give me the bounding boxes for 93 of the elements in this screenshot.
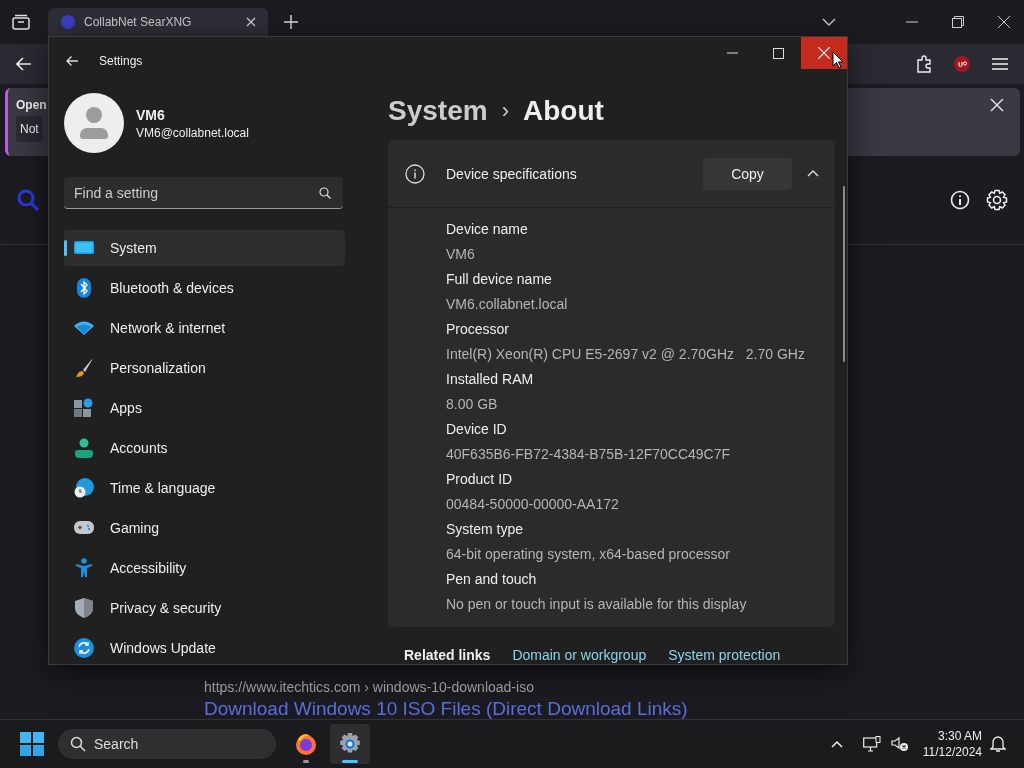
- breadcrumb-parent[interactable]: System: [388, 94, 488, 127]
- fox-globe-icon: [294, 732, 318, 756]
- selection-indicator: [64, 240, 67, 256]
- new-tab-icon[interactable]: [284, 15, 298, 29]
- nav-item[interactable]: Accessibility: [64, 550, 345, 586]
- nav-item[interactable]: Network & internet: [64, 310, 345, 346]
- clock-date[interactable]: 11/12/2024: [922, 745, 982, 759]
- minimize-icon: [726, 52, 738, 54]
- spec-value: No pen or touch input is available for this display: [446, 595, 747, 615]
- breadcrumb-separator: ›: [501, 97, 509, 124]
- avatar-icon: [64, 93, 124, 153]
- result-title-link[interactable]: Download Windows 10 ISO Files (Direct Download Links): [204, 699, 1024, 719]
- maximize-icon: [772, 47, 784, 59]
- search-icon: [70, 736, 86, 752]
- user-name: VM6: [136, 106, 166, 123]
- globe-clock-icon: [74, 478, 94, 498]
- nav-item[interactable]: Gaming: [64, 510, 345, 546]
- nav-item[interactable]: Privacy & security: [64, 590, 345, 626]
- apps-icon: [74, 398, 94, 418]
- bluetooth-icon: [74, 278, 94, 298]
- spec-value: VM6.collabnet.local: [446, 295, 568, 315]
- close-icon: [818, 47, 830, 59]
- spec-value: Intel(R) Xeon(R) CPU E5-2697 v2 @ 2.70GHz 2.70 GHz: [446, 345, 805, 365]
- chevron-up-icon[interactable]: [807, 170, 819, 178]
- clock-time[interactable]: 3:30 AM: [937, 729, 982, 743]
- spec-label: Pen and touch: [446, 570, 537, 590]
- nav-item[interactable]: Personalization: [64, 350, 345, 386]
- nav-item[interactable]: System: [64, 230, 345, 266]
- spec-label: Full device name: [446, 270, 552, 290]
- monitor-icon: [74, 240, 94, 256]
- nav-item[interactable]: Accounts: [64, 430, 345, 466]
- related-link[interactable]: Domain or workgroup: [512, 646, 647, 663]
- copy-button[interactable]: Copy: [703, 157, 792, 190]
- notification-button[interactable]: Not: [16, 116, 43, 142]
- info-icon[interactable]: [950, 190, 970, 210]
- close-icon[interactable]: [990, 98, 1004, 112]
- nav-item[interactable]: Apps: [64, 390, 345, 426]
- spec-label: Device ID: [446, 420, 507, 440]
- muted-speaker-icon[interactable]: [890, 736, 909, 752]
- settings-icon[interactable]: [986, 189, 1008, 211]
- paintbrush-icon: [74, 358, 94, 378]
- user-email: VM6@collabnet.local: [136, 125, 249, 140]
- puzzle-icon[interactable]: [916, 55, 932, 73]
- taskbar-search-field[interactable]: Search: [58, 729, 276, 759]
- spec-value: 64-bit operating system, x64-based processor: [446, 545, 731, 565]
- accessibility-icon: [74, 558, 94, 578]
- tab-list-icon[interactable]: [12, 14, 30, 30]
- menu-icon[interactable]: [992, 58, 1008, 70]
- settings-search-field[interactable]: Find a setting: [64, 177, 343, 209]
- spec-label: Processor: [446, 320, 510, 340]
- spec-value: 8.00 GB: [446, 395, 498, 415]
- spec-label: Product ID: [446, 470, 513, 490]
- page-title: About: [522, 94, 604, 127]
- spec-label: System type: [446, 520, 524, 540]
- close-button[interactable]: [801, 37, 847, 69]
- start-icon[interactable]: [20, 732, 44, 756]
- wifi-icon: [74, 321, 94, 335]
- related-links-title: Related links: [404, 646, 491, 663]
- scrollbar[interactable]: [843, 186, 845, 362]
- section-title: Device specifications: [446, 165, 577, 182]
- shield-icon: [74, 598, 94, 618]
- spec-value: 00484-50000-00000-AA172: [446, 495, 619, 515]
- nav-item[interactable]: Time & language: [64, 470, 345, 506]
- back-arrow-icon[interactable]: [65, 55, 79, 67]
- search-icon: [319, 187, 331, 199]
- chevron-down-icon[interactable]: [822, 18, 836, 26]
- favicon-icon: [60, 14, 76, 30]
- spec-value: VM6: [446, 245, 475, 265]
- person-icon: [74, 438, 94, 458]
- close-icon[interactable]: [246, 17, 256, 27]
- mouse-pointer-icon: [832, 51, 844, 69]
- notification-title: Open: [16, 98, 47, 112]
- restore-icon[interactable]: [952, 16, 964, 28]
- sync-icon: [74, 638, 94, 658]
- spec-label: Device name: [446, 220, 528, 240]
- browser-tab[interactable]: CollabNet SearXNG: [48, 8, 268, 36]
- result-url: https://www.itechtics.com › windows-10-download-iso: [204, 679, 535, 695]
- spec-value: 40F635B6-FB72-4384-B75B-12F70CC49C7F: [446, 445, 731, 465]
- close-icon[interactable]: [998, 16, 1010, 28]
- extension-icon[interactable]: [954, 56, 970, 72]
- window-title: Settings: [99, 54, 143, 68]
- gear-icon: [338, 732, 362, 756]
- taskbar-app[interactable]: [330, 724, 370, 764]
- spec-label: Installed RAM: [446, 370, 534, 390]
- nav-item[interactable]: Windows Update: [64, 630, 345, 664]
- related-link[interactable]: System protection: [668, 646, 781, 663]
- back-arrow-icon[interactable]: [16, 57, 32, 71]
- chevron-up-icon[interactable]: [830, 740, 843, 748]
- bell-icon[interactable]: [990, 735, 1006, 753]
- info-icon: [405, 163, 425, 184]
- gamepad-icon: [74, 521, 94, 535]
- monitor-icon[interactable]: [862, 736, 881, 752]
- nav-item[interactable]: Bluetooth & devices: [64, 270, 345, 306]
